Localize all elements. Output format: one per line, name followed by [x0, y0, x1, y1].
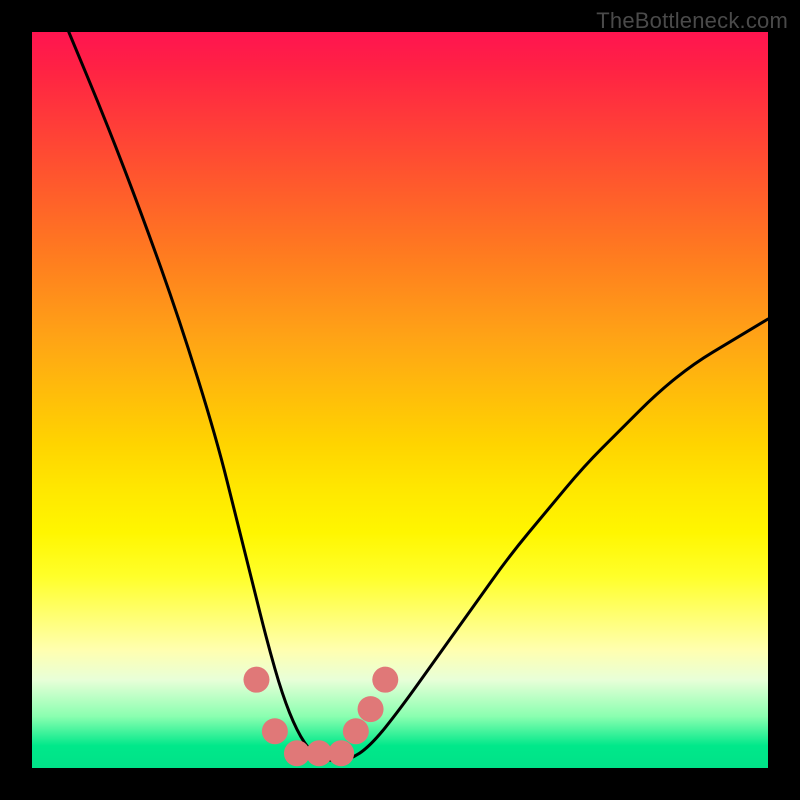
highlight-marker	[243, 667, 269, 693]
chart-plot-area	[32, 32, 768, 768]
bottleneck-curve-path	[69, 32, 768, 761]
highlight-marker	[328, 740, 354, 766]
highlight-marker	[372, 667, 398, 693]
highlight-marker	[262, 718, 288, 744]
watermark-text: TheBottleneck.com	[596, 8, 788, 34]
chart-svg	[32, 32, 768, 768]
highlight-marker	[343, 718, 369, 744]
highlight-marker	[358, 696, 384, 722]
highlight-markers	[243, 667, 398, 767]
